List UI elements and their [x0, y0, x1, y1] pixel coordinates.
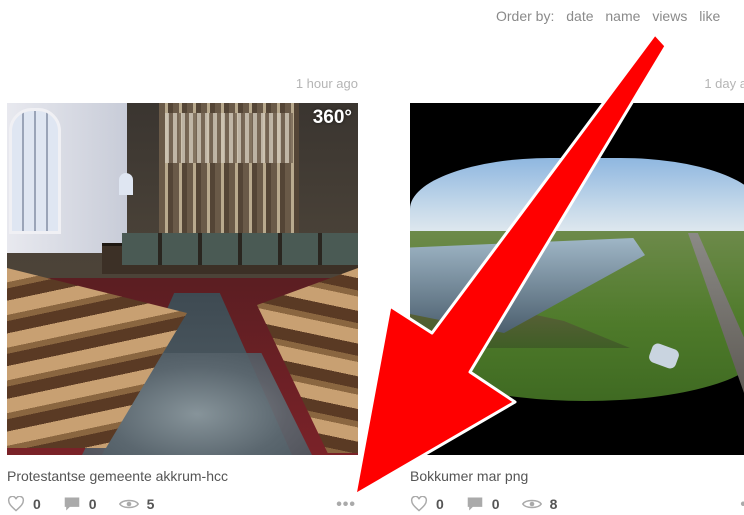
panorama-title[interactable]: Protestantse gemeente akkrum-hcc	[7, 467, 358, 485]
eye-icon	[521, 499, 542, 509]
heart-icon	[410, 496, 428, 512]
like-count: 0	[33, 496, 41, 512]
panorama-card: 1 day a Bokkumer mar png 0 0 8 •	[410, 74, 744, 513]
card-timestamp: 1 hour ago	[295, 76, 358, 91]
like-stat[interactable]: 0	[410, 496, 444, 512]
order-by-bar: Order by: date name views like	[496, 8, 744, 24]
view-stat: 5	[118, 496, 155, 512]
order-option-name[interactable]: name	[605, 8, 640, 24]
thumb-window-small	[119, 173, 133, 195]
more-options-button[interactable]: •	[740, 497, 744, 513]
view-count: 5	[146, 496, 155, 512]
comment-stat[interactable]: 0	[63, 496, 97, 512]
heart-icon	[7, 496, 25, 512]
comment-count: 0	[88, 496, 97, 512]
comment-count: 0	[491, 496, 500, 512]
panorama-title[interactable]: Bokkumer mar png	[410, 467, 744, 485]
panorama-stats: 0 0 8 •	[410, 495, 744, 513]
order-option-likes[interactable]: like	[699, 8, 720, 24]
comment-stat[interactable]: 0	[466, 496, 500, 512]
comment-icon	[467, 497, 483, 511]
panorama-stats: 0 0 5 •••	[7, 495, 358, 513]
thumb-panel	[122, 233, 358, 265]
panorama-thumbnail[interactable]	[410, 103, 744, 455]
panorama-thumbnail[interactable]: 360°	[7, 103, 358, 455]
thumb-organ-pipes	[165, 113, 293, 163]
eye-icon	[118, 499, 139, 509]
card-timestamp: 1 day a	[704, 76, 744, 91]
like-stat[interactable]: 0	[7, 496, 41, 512]
thumb-window	[9, 108, 61, 234]
order-by-label: Order by:	[496, 8, 555, 24]
order-option-date[interactable]: date	[566, 8, 593, 24]
360-badge: 360°	[312, 107, 352, 128]
like-count: 0	[436, 496, 444, 512]
view-count: 8	[549, 496, 558, 512]
comment-icon	[64, 497, 80, 511]
view-stat: 8	[521, 496, 558, 512]
order-option-views[interactable]: views	[652, 8, 687, 24]
panorama-card: 1 hour ago 360° Protestantse gemeente ak…	[7, 74, 358, 513]
more-options-button[interactable]: •••	[336, 497, 356, 513]
